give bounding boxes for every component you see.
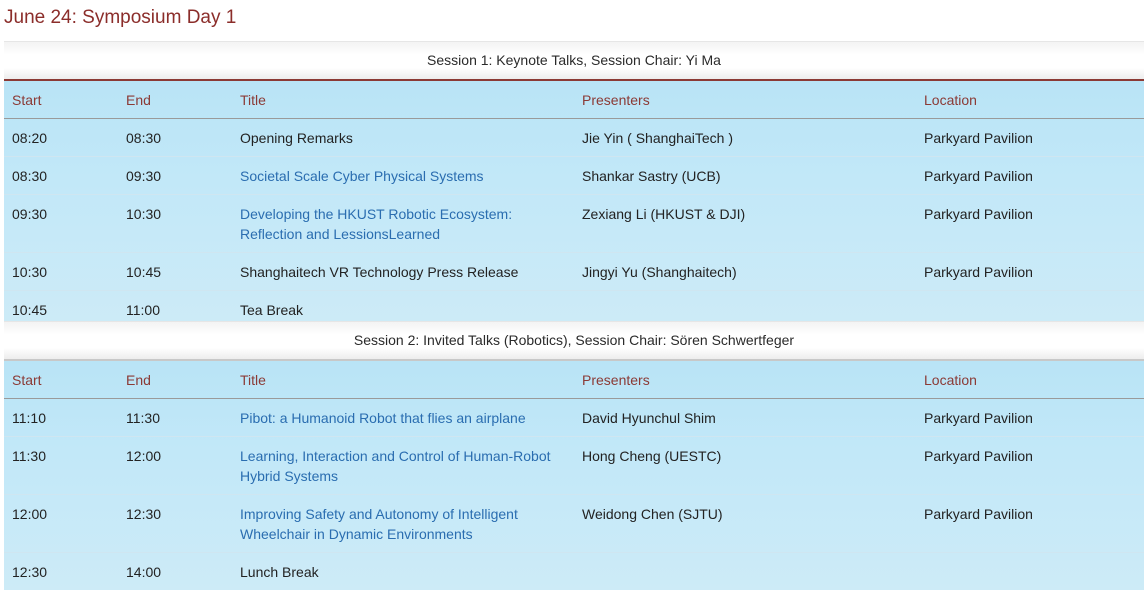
- end-time: 08:30: [118, 119, 232, 157]
- table-row: 10:30 10:45 Shanghaitech VR Technology P…: [4, 253, 1144, 291]
- end-time: 09:30: [118, 157, 232, 195]
- session-1-header: Session 1: Keynote Talks, Session Chair:…: [4, 41, 1144, 81]
- location: Parkyard Pavilion: [916, 157, 1144, 195]
- session-2-header: Session 2: Invited Talks (Robotics), Ses…: [4, 321, 1144, 361]
- table-row: 11:30 12:00 Learning, Interaction and Co…: [4, 437, 1144, 495]
- page-title: June 24: Symposium Day 1: [4, 4, 236, 32]
- talk-title: Shanghaitech VR Technology Press Release: [232, 253, 574, 291]
- presenters: Zexiang Li (HKUST & DJI): [574, 195, 916, 253]
- location: Parkyard Pavilion: [916, 253, 1144, 291]
- location: [916, 553, 1144, 590]
- end-time: 10:45: [118, 253, 232, 291]
- header-end: End: [118, 361, 232, 399]
- table-row: 09:30 10:30 Developing the HKUST Robotic…: [4, 195, 1144, 253]
- location: Parkyard Pavilion: [916, 399, 1144, 437]
- end-time: 12:00: [118, 437, 232, 495]
- talk-title-link[interactable]: Learning, Interaction and Control of Hum…: [240, 448, 551, 484]
- table-row: 12:00 12:30 Improving Safety and Autonom…: [4, 495, 1144, 553]
- header-presenters: Presenters: [574, 361, 916, 399]
- session-1: Session 1: Keynote Talks, Session Chair:…: [4, 41, 1144, 328]
- presenters: David Hyunchul Shim: [574, 399, 916, 437]
- start-time: 11:30: [4, 437, 118, 495]
- session-2: Session 2: Invited Talks (Robotics), Ses…: [4, 321, 1144, 590]
- presenters: Jie Yin ( ShanghaiTech ): [574, 119, 916, 157]
- table-row: 11:10 11:30 Pibot: a Humanoid Robot that…: [4, 399, 1144, 437]
- end-time: 12:30: [118, 495, 232, 553]
- session-1-table: Start End Title Presenters Location 08:2…: [4, 81, 1144, 328]
- header-title: Title: [232, 361, 574, 399]
- talk-title: Opening Remarks: [232, 119, 574, 157]
- header-end: End: [118, 81, 232, 119]
- table-row: 08:20 08:30 Opening Remarks Jie Yin ( Sh…: [4, 119, 1144, 157]
- start-time: 08:20: [4, 119, 118, 157]
- end-time: 10:30: [118, 195, 232, 253]
- end-time: 11:30: [118, 399, 232, 437]
- header-location: Location: [916, 81, 1144, 119]
- start-time: 08:30: [4, 157, 118, 195]
- presenters: Shankar Sastry (UCB): [574, 157, 916, 195]
- table-header-row: Start End Title Presenters Location: [4, 361, 1144, 399]
- talk-title-link[interactable]: Developing the HKUST Robotic Ecosystem: …: [240, 206, 512, 242]
- talk-title-link[interactable]: Societal Scale Cyber Physical Systems: [240, 168, 484, 184]
- session-2-table: Start End Title Presenters Location 11:1…: [4, 361, 1144, 590]
- table-row: 08:30 09:30 Societal Scale Cyber Physica…: [4, 157, 1144, 195]
- table-header-row: Start End Title Presenters Location: [4, 81, 1144, 119]
- talk-title-link[interactable]: Pibot: a Humanoid Robot that flies an ai…: [240, 410, 526, 426]
- start-time: 11:10: [4, 399, 118, 437]
- start-time: 10:30: [4, 253, 118, 291]
- location: Parkyard Pavilion: [916, 195, 1144, 253]
- presenters: Hong Cheng (UESTC): [574, 437, 916, 495]
- header-presenters: Presenters: [574, 81, 916, 119]
- presenters: Jingyi Yu (Shanghaitech): [574, 253, 916, 291]
- start-time: 12:30: [4, 553, 118, 590]
- start-time: 12:00: [4, 495, 118, 553]
- header-location: Location: [916, 361, 1144, 399]
- header-title: Title: [232, 81, 574, 119]
- start-time: 09:30: [4, 195, 118, 253]
- end-time: 14:00: [118, 553, 232, 590]
- talk-title: Lunch Break: [232, 553, 574, 590]
- table-row: 12:30 14:00 Lunch Break: [4, 553, 1144, 590]
- header-start: Start: [4, 81, 118, 119]
- header-start: Start: [4, 361, 118, 399]
- location: Parkyard Pavilion: [916, 437, 1144, 495]
- talk-title-link[interactable]: Improving Safety and Autonomy of Intelli…: [240, 506, 518, 542]
- presenters: Weidong Chen (SJTU): [574, 495, 916, 553]
- location: Parkyard Pavilion: [916, 119, 1144, 157]
- location: Parkyard Pavilion: [916, 495, 1144, 553]
- presenters: [574, 553, 916, 590]
